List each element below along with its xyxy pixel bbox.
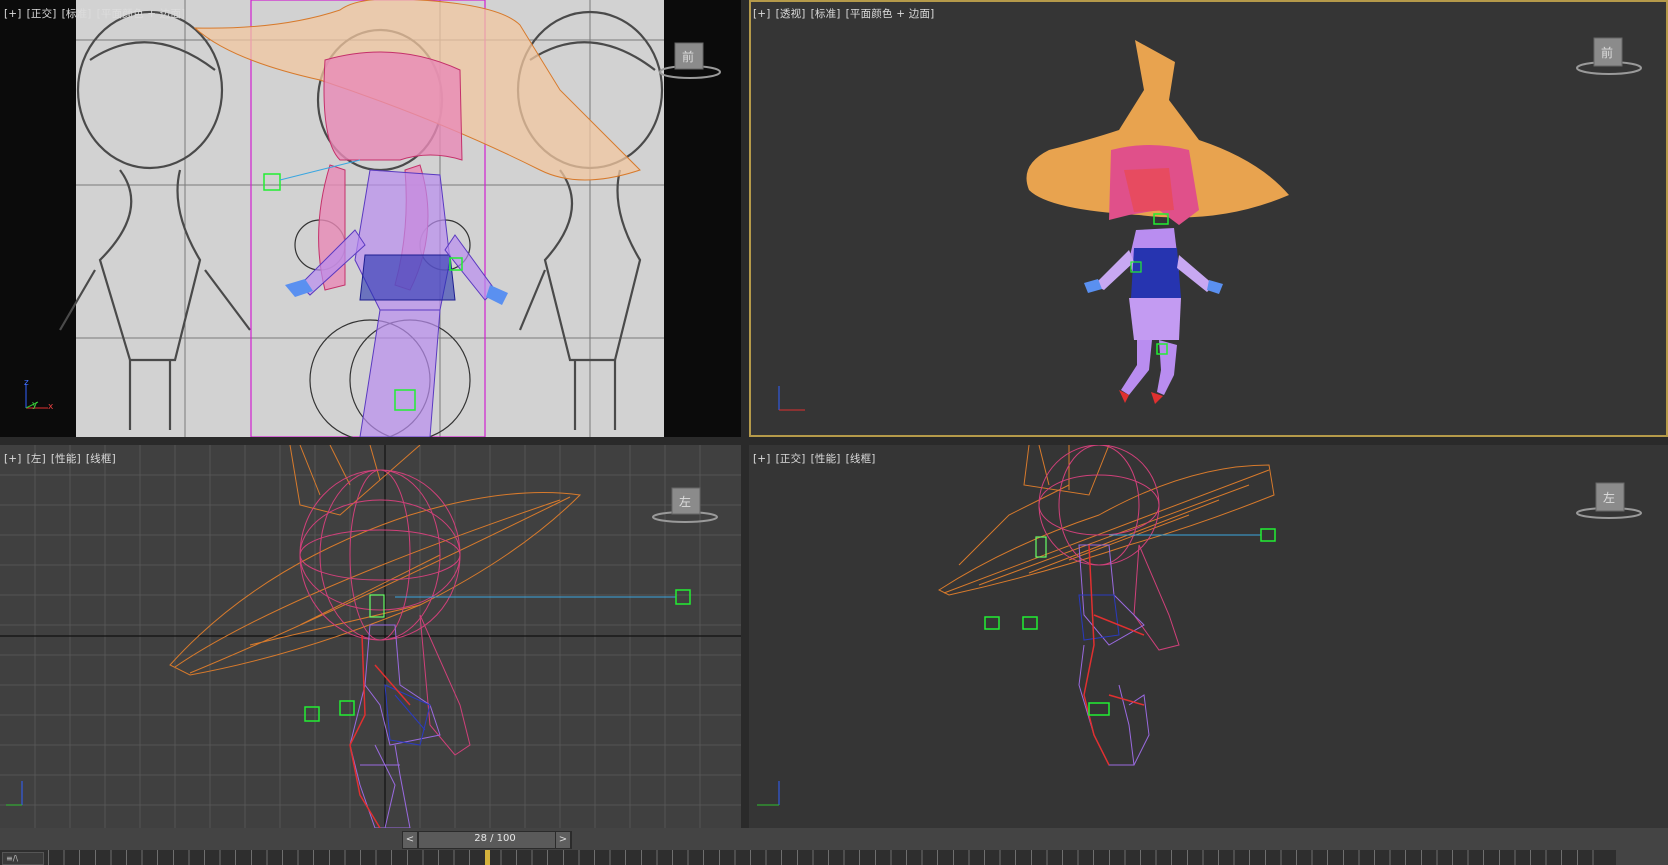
axis-tripod-icon <box>6 775 46 809</box>
prev-frame-button[interactable]: < <box>402 831 418 849</box>
viewcube-face-label: 左 <box>1603 491 1616 505</box>
viewcube-icon[interactable]: 左 <box>650 483 720 533</box>
viewport-label-left[interactable]: [+] [左] [性能] [线框] <box>4 451 116 466</box>
frame-ticks <box>48 850 1608 865</box>
axis-x-label: x <box>48 402 54 412</box>
viewport-label-ortho[interactable]: [+] [正交] [性能] [线框] <box>753 451 876 466</box>
perspective-viewport-canvas <box>1026 40 1289 404</box>
viewcube-face-label: 前 <box>1601 46 1614 60</box>
viewport-left[interactable]: [+] [左] [性能] [线框] 左 <box>0 445 741 828</box>
viewport-menu-plus[interactable]: [+] <box>753 8 771 20</box>
track-bar[interactable]: ≡/\ <box>0 850 1668 865</box>
viewport-shading-mode[interactable]: [平面颜色 + 边面] <box>846 8 935 20</box>
viewport-menu-plus[interactable]: [+] <box>4 453 22 465</box>
viewport-shading-preset[interactable]: [性能] <box>51 453 81 465</box>
viewport-label-front[interactable]: [+] [正交] [标准] [平面颜色 + 边面] <box>4 6 185 21</box>
viewport-view-label[interactable]: [透视] <box>776 8 806 20</box>
viewport-splitter-horizontal[interactable] <box>0 437 1668 445</box>
axis-tripod-icon <box>771 380 811 414</box>
next-frame-button[interactable]: > <box>555 831 571 849</box>
axis-tripod-icon: z y x <box>18 378 58 412</box>
viewcube-icon[interactable]: 前 <box>655 38 725 88</box>
front-viewport-canvas <box>59 0 664 437</box>
viewport-shading-mode[interactable]: [平面颜色 + 边面] <box>97 8 186 20</box>
viewport-shading-mode[interactable]: [线框] <box>846 453 876 465</box>
track-bar-end <box>1616 850 1668 865</box>
viewport-menu-plus[interactable]: [+] <box>4 8 22 20</box>
viewport-menu-plus[interactable]: [+] <box>753 453 771 465</box>
viewport-shading-preset[interactable]: [标准] <box>811 8 841 20</box>
viewport-splitter-vertical[interactable] <box>741 0 749 828</box>
viewcube-face-label: 左 <box>679 495 692 509</box>
viewport-shading-preset[interactable]: [性能] <box>811 453 841 465</box>
time-slider-label: 28 / 100 <box>474 833 516 844</box>
viewcube-face-label: 前 <box>682 50 695 64</box>
viewport-view-label[interactable]: [正交] <box>27 8 57 20</box>
ortho-viewport-canvas <box>937 445 1276 766</box>
time-slider[interactable]: 28 / 100 <box>418 831 572 849</box>
viewport-ortho[interactable]: [+] [正交] [性能] [线框] 左 <box>749 445 1668 828</box>
axis-y-label: y <box>32 400 38 410</box>
viewport-view-label[interactable]: [正交] <box>776 453 806 465</box>
viewport-view-label[interactable]: [左] <box>27 453 46 465</box>
viewport-perspective[interactable]: [+] [透视] [标准] [平面颜色 + 边面] 前 <box>749 0 1668 437</box>
viewport-shading-mode[interactable]: [线框] <box>86 453 116 465</box>
viewcube-icon[interactable]: 左 <box>1574 475 1644 525</box>
axis-z-label: z <box>24 378 29 388</box>
viewcube-icon[interactable]: 前 <box>1574 30 1644 80</box>
viewport-front[interactable]: [+] [正交] [标准] [平面颜色 + 边面] 前 z y x <box>0 0 741 437</box>
left-viewport-canvas <box>0 445 741 828</box>
current-frame-marker[interactable] <box>484 850 490 865</box>
timeline-bar: < 28 / 100 > ≡/\ <box>0 828 1668 865</box>
axis-tripod-icon <box>753 775 793 809</box>
viewport-label-perspective[interactable]: [+] [透视] [标准] [平面颜色 + 边面] <box>753 6 934 21</box>
curve-editor-icon[interactable]: ≡/\ <box>2 852 44 865</box>
viewport-shading-preset[interactable]: [标准] <box>62 8 92 20</box>
